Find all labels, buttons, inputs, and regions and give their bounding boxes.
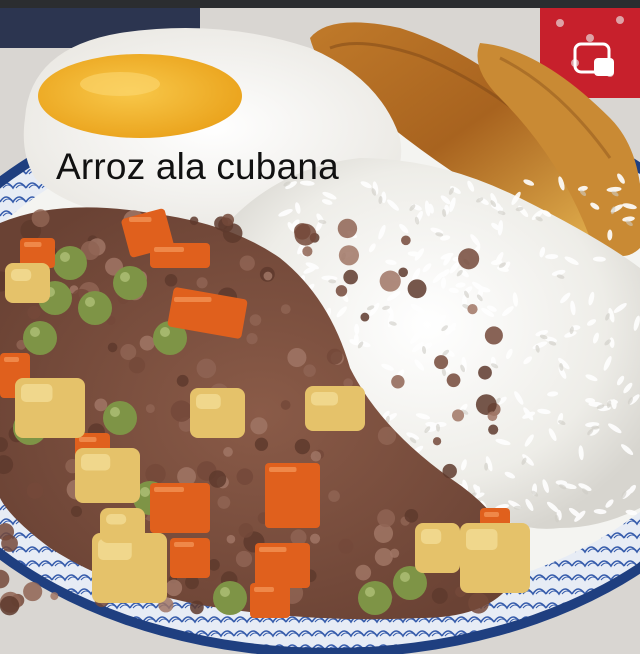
caption-text: Arroz ala cubana (56, 146, 339, 187)
screen: Arroz ala cubana (0, 0, 640, 654)
top-status-bar (0, 0, 640, 8)
food-photo (0, 8, 640, 654)
picture-in-picture-icon[interactable] (572, 40, 618, 80)
